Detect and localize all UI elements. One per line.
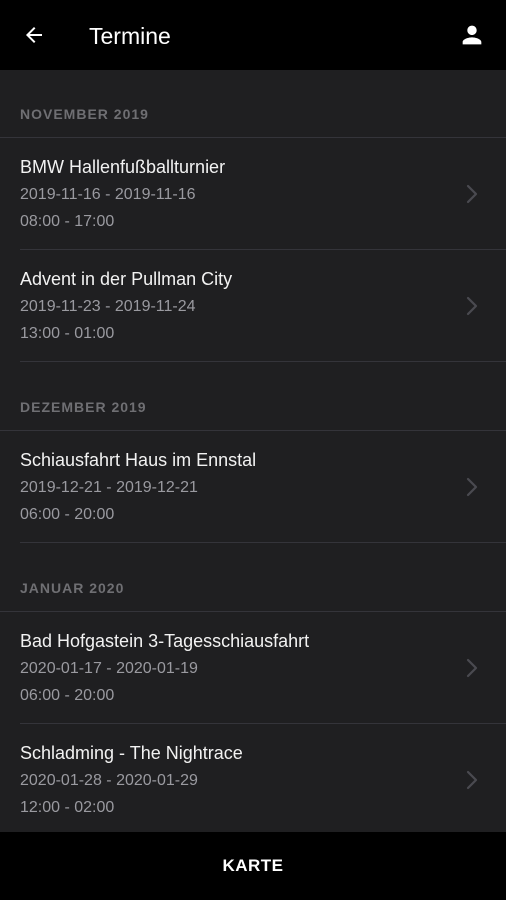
list-item[interactable]: Schladming - The Nightrace 2020-01-28 - … — [0, 724, 506, 832]
chevron-right-icon — [462, 294, 482, 318]
event-title: Schiausfahrt Haus im Ennstal — [20, 450, 257, 470]
chevron-right-icon — [462, 475, 482, 499]
event-dates: 2019-11-16 - 2019-11-16 — [20, 186, 196, 203]
section-header: NOVEMBER 2019 — [20, 106, 149, 122]
event-times: 08:00 - 17:00 — [20, 213, 115, 230]
chevron-right-icon — [462, 768, 482, 792]
person-icon — [462, 25, 482, 45]
profile-button[interactable] — [452, 15, 492, 55]
map-button[interactable]: KARTE — [0, 832, 506, 900]
event-times: 06:00 - 20:00 — [20, 506, 115, 523]
section-header: DEZEMBER 2019 — [20, 399, 147, 415]
section-header: JANUAR 2020 — [20, 580, 125, 596]
chevron-right-icon — [462, 656, 482, 680]
event-times: 12:00 - 02:00 — [20, 799, 115, 816]
event-title: Bad Hofgastein 3-Tagesschiausfahrt — [20, 631, 310, 651]
event-times: 13:00 - 01:00 — [20, 325, 115, 342]
divider — [20, 542, 506, 543]
divider — [20, 361, 506, 362]
event-dates: 2020-01-28 - 2020-01-29 — [20, 772, 198, 789]
map-button-label: KARTE — [222, 856, 284, 875]
list-item[interactable]: Advent in der Pullman City 2019-11-23 - … — [0, 250, 506, 362]
back-button[interactable] — [14, 15, 54, 55]
event-title: Advent in der Pullman City — [20, 269, 233, 289]
app-bar: Termine — [0, 0, 506, 70]
arrow-left-icon — [26, 27, 42, 43]
event-title: BMW Hallenfußballturnier — [20, 157, 226, 177]
event-dates: 2019-12-21 - 2019-12-21 — [20, 479, 198, 496]
list-item[interactable]: BMW Hallenfußballturnier 2019-11-16 - 20… — [0, 138, 506, 250]
event-dates: 2019-11-23 - 2019-11-24 — [20, 298, 196, 315]
events-list[interactable]: NOVEMBER 2019 BMW Hallenfußballturnier 2… — [0, 70, 506, 832]
event-times: 06:00 - 20:00 — [20, 687, 115, 704]
chevron-right-icon — [462, 182, 482, 206]
page-title: Termine — [89, 23, 171, 49]
list-item[interactable]: Schiausfahrt Haus im Ennstal 2019-12-21 … — [0, 431, 506, 543]
list-item[interactable]: Bad Hofgastein 3-Tagesschiausfahrt 2020-… — [0, 612, 506, 724]
event-title: Schladming - The Nightrace — [20, 743, 243, 763]
event-dates: 2020-01-17 - 2020-01-19 — [20, 660, 198, 677]
